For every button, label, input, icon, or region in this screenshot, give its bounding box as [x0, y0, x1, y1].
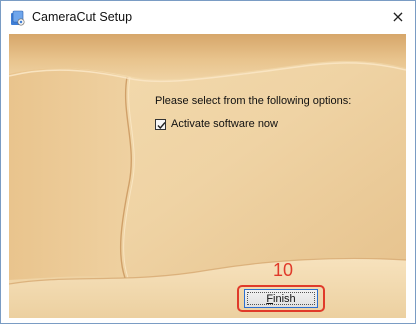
sand-background-graphic [9, 34, 406, 318]
checkbox-box[interactable] [155, 118, 166, 130]
close-icon: × [391, 6, 405, 26]
finish-button[interactable]: Finish [244, 289, 318, 308]
setup-window: CameraCut Setup × Please select from the… [0, 0, 416, 324]
window-title: CameraCut Setup [32, 10, 133, 24]
title-bar[interactable]: CameraCut Setup × [1, 1, 415, 34]
finish-button-label: Finish [266, 293, 295, 305]
wizard-content-area: Please select from the following options… [9, 34, 406, 318]
checkmark-icon [157, 121, 166, 129]
close-button[interactable]: × [381, 1, 415, 31]
activate-software-checkbox[interactable]: Activate software now [155, 118, 278, 130]
finish-label-rest: inish [273, 292, 296, 305]
step-annotation-number: 10 [273, 260, 294, 280]
options-prompt: Please select from the following options… [155, 95, 352, 107]
activate-software-label: Activate software now [171, 118, 278, 130]
installer-icon [10, 10, 26, 26]
